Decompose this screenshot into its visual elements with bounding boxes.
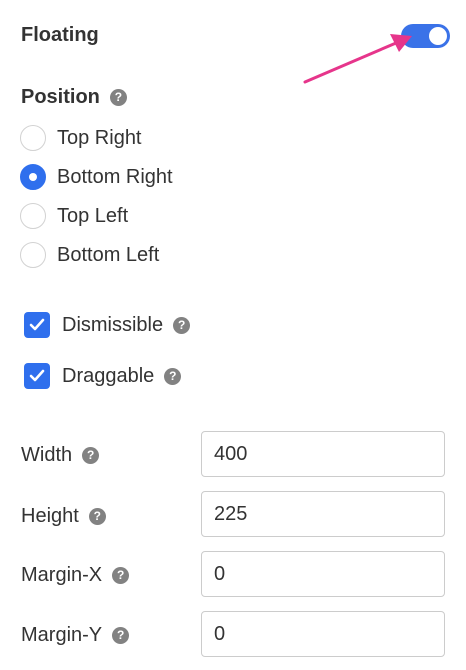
radio-label: Bottom Left (57, 243, 160, 266)
floating-label: Floating (21, 24, 99, 46)
question-mark-icon[interactable]: ? (173, 316, 191, 334)
radio-label: Top Right (57, 126, 142, 149)
margin-x-label: Margin-X (21, 563, 103, 586)
dismissible-option[interactable]: Dismissible ? (24, 311, 191, 339)
question-mark-icon[interactable]: ? (82, 446, 100, 464)
question-mark-icon[interactable]: ? (88, 507, 106, 525)
height-label-group: Height ? (21, 502, 106, 530)
radio-top-left[interactable]: Top Left (20, 202, 128, 230)
radio-top-right[interactable]: Top Right (20, 124, 142, 152)
position-title: Position (21, 86, 100, 108)
radio-button[interactable] (20, 242, 46, 268)
radio-button[interactable] (20, 125, 46, 151)
radio-bottom-left[interactable]: Bottom Left (20, 241, 159, 269)
margin-x-input[interactable] (201, 551, 445, 597)
draggable-label: Draggable (62, 364, 155, 387)
margin-y-label-group: Margin-Y ? (21, 621, 130, 649)
position-heading: Position ? (21, 86, 127, 109)
annotation-arrow-icon (303, 34, 412, 84)
question-mark-icon[interactable]: ? (109, 89, 127, 106)
height-label: Height (21, 504, 79, 527)
width-label-group: Width ? (21, 441, 100, 469)
checkmark-icon (29, 318, 45, 331)
question-mark-icon[interactable]: ? (112, 626, 130, 644)
radio-button[interactable] (20, 164, 46, 190)
margin-x-label-group: Margin-X ? (21, 561, 130, 589)
draggable-checkbox[interactable] (24, 363, 50, 389)
dismissible-checkbox[interactable] (24, 312, 50, 338)
checkmark-icon (29, 369, 45, 382)
radio-label: Bottom Right (57, 165, 173, 188)
radio-bottom-right[interactable]: Bottom Right (20, 163, 173, 191)
toggle-knob (429, 27, 447, 45)
margin-y-input[interactable] (201, 611, 445, 657)
radio-label: Top Left (57, 204, 129, 227)
dismissible-label: Dismissible (62, 313, 164, 336)
width-label: Width (21, 443, 73, 466)
question-mark-icon[interactable]: ? (112, 566, 130, 584)
height-input[interactable] (201, 491, 445, 537)
width-input[interactable] (201, 431, 445, 477)
question-mark-icon[interactable]: ? (164, 367, 182, 385)
draggable-option[interactable]: Draggable ? (24, 362, 182, 390)
radio-button[interactable] (20, 203, 46, 229)
margin-y-label: Margin-Y (21, 623, 103, 646)
